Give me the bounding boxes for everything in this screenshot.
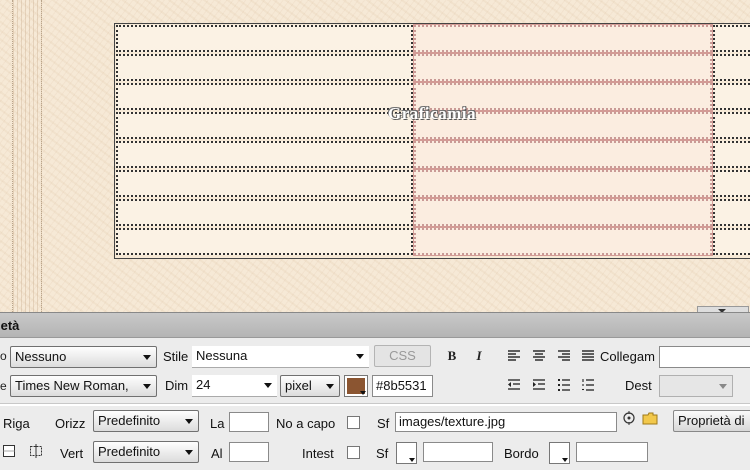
table-cell[interactable] (413, 24, 713, 53)
chevron-down-icon (185, 419, 193, 424)
row-label: Riga (3, 416, 30, 431)
ordered-list-icon[interactable] (581, 379, 595, 391)
design-canvas[interactable]: Graficamia (0, 0, 750, 312)
table-cell[interactable] (116, 112, 413, 139)
layout-table[interactable] (114, 23, 750, 259)
size-select-value: 24 (196, 377, 211, 392)
chevron-down-icon (264, 383, 272, 388)
border-color-picker[interactable] (549, 442, 570, 464)
table-cell[interactable] (413, 53, 713, 82)
format-select[interactable]: Nessuno (10, 346, 157, 368)
border-color-input[interactable] (576, 442, 648, 462)
properties-title: ietà (0, 318, 20, 333)
table-cell[interactable] (116, 228, 413, 255)
chevron-down-icon (719, 384, 727, 389)
font-select[interactable]: Times New Roman, (10, 375, 157, 397)
vert-label: Vert (60, 446, 84, 461)
bold-button[interactable]: B (444, 349, 460, 363)
align-left-icon[interactable] (507, 350, 521, 362)
height-label: Al (211, 446, 223, 461)
header-checkbox[interactable] (347, 446, 360, 459)
table-cell[interactable] (713, 228, 750, 255)
table-cell[interactable] (713, 83, 750, 110)
chevron-down-icon (143, 384, 151, 389)
merge-cells-icon[interactable] (3, 445, 15, 457)
bg-image-label: Sf (377, 416, 390, 431)
unordered-list-icon[interactable] (557, 379, 571, 391)
indent-icon[interactable] (532, 379, 546, 391)
size-label: Dim (165, 378, 189, 393)
font-select-value: Times New Roman, (15, 378, 129, 393)
width-input[interactable] (229, 412, 269, 432)
table-cell[interactable] (713, 199, 750, 226)
split-cell-icon[interactable] (29, 444, 43, 458)
table-cell[interactable] (413, 169, 713, 198)
chevron-down-icon (326, 384, 334, 389)
table-cell[interactable] (713, 170, 750, 197)
chevron-down-icon (185, 450, 193, 455)
format-label-cut: o (0, 349, 7, 363)
bg-color-picker[interactable] (396, 442, 417, 464)
table-cell[interactable] (413, 227, 713, 256)
canvas-margin-strip (12, 0, 42, 312)
point-to-file-icon[interactable] (622, 411, 636, 425)
properties-title-bar[interactable]: ietà (0, 312, 750, 338)
horz-align-value: Predefinito (98, 413, 161, 428)
table-caption[interactable]: Graficamia (388, 104, 476, 124)
text-color-input[interactable]: #8b5531 (372, 375, 433, 397)
chevron-down-icon (356, 354, 364, 359)
width-label: La (210, 416, 225, 431)
unit-select[interactable]: pixel (280, 375, 340, 397)
table-cell[interactable] (713, 54, 750, 81)
italic-button[interactable]: I (471, 349, 487, 363)
height-input[interactable] (229, 442, 269, 462)
style-select[interactable]: Nessuna (192, 346, 369, 368)
link-input[interactable] (659, 346, 750, 368)
table-cell[interactable] (713, 141, 750, 168)
horz-label: Orizz (55, 416, 86, 431)
table-cell[interactable] (116, 141, 413, 168)
table-cell[interactable] (713, 112, 750, 139)
table-cell[interactable] (116, 54, 413, 81)
align-justify-icon[interactable] (581, 350, 595, 362)
format-select-value: Nessuno (15, 349, 67, 364)
css-button[interactable]: CSS (374, 345, 431, 367)
folder-icon[interactable] (642, 412, 658, 425)
table-cell[interactable] (413, 198, 713, 227)
font-label-cut: e (0, 379, 7, 393)
border-label: Bordo (504, 446, 539, 461)
bg-color-label: Sf (376, 446, 389, 461)
chevron-down-icon (562, 458, 568, 462)
panel-divider (0, 403, 750, 406)
nowrap-checkbox[interactable] (347, 416, 360, 429)
table-cell[interactable] (713, 25, 750, 52)
vert-align-select[interactable]: Predefinito (93, 441, 199, 463)
table-cell[interactable] (116, 83, 413, 110)
align-right-icon[interactable] (557, 350, 571, 362)
page-properties-button[interactable]: Proprietà di (673, 410, 750, 432)
target-label: Dest (625, 378, 652, 393)
table-cell[interactable] (116, 199, 413, 226)
size-select[interactable]: 24 (192, 375, 277, 397)
chevron-down-icon (360, 391, 366, 395)
unit-select-value: pixel (285, 378, 312, 393)
nowrap-label: No a capo (276, 416, 336, 431)
align-center-icon[interactable] (532, 350, 546, 362)
chevron-down-icon (143, 355, 151, 360)
bg-color-input[interactable] (423, 442, 493, 462)
horz-align-select[interactable]: Predefinito (93, 410, 199, 432)
table-cell[interactable] (116, 170, 413, 197)
text-color-picker[interactable] (344, 375, 368, 397)
style-label: Stile (163, 349, 189, 364)
vert-align-value: Predefinito (98, 444, 161, 459)
table-cell[interactable] (413, 140, 713, 169)
header-label: Intest (302, 446, 334, 461)
bg-image-input[interactable]: images/texture.jpg (395, 412, 617, 432)
chevron-down-icon (409, 458, 415, 462)
outdent-icon[interactable] (507, 379, 521, 391)
table-cell[interactable] (116, 25, 413, 52)
target-select[interactable] (659, 375, 733, 397)
style-select-value: Nessuna (196, 348, 248, 363)
link-label: Collegam (600, 349, 655, 364)
